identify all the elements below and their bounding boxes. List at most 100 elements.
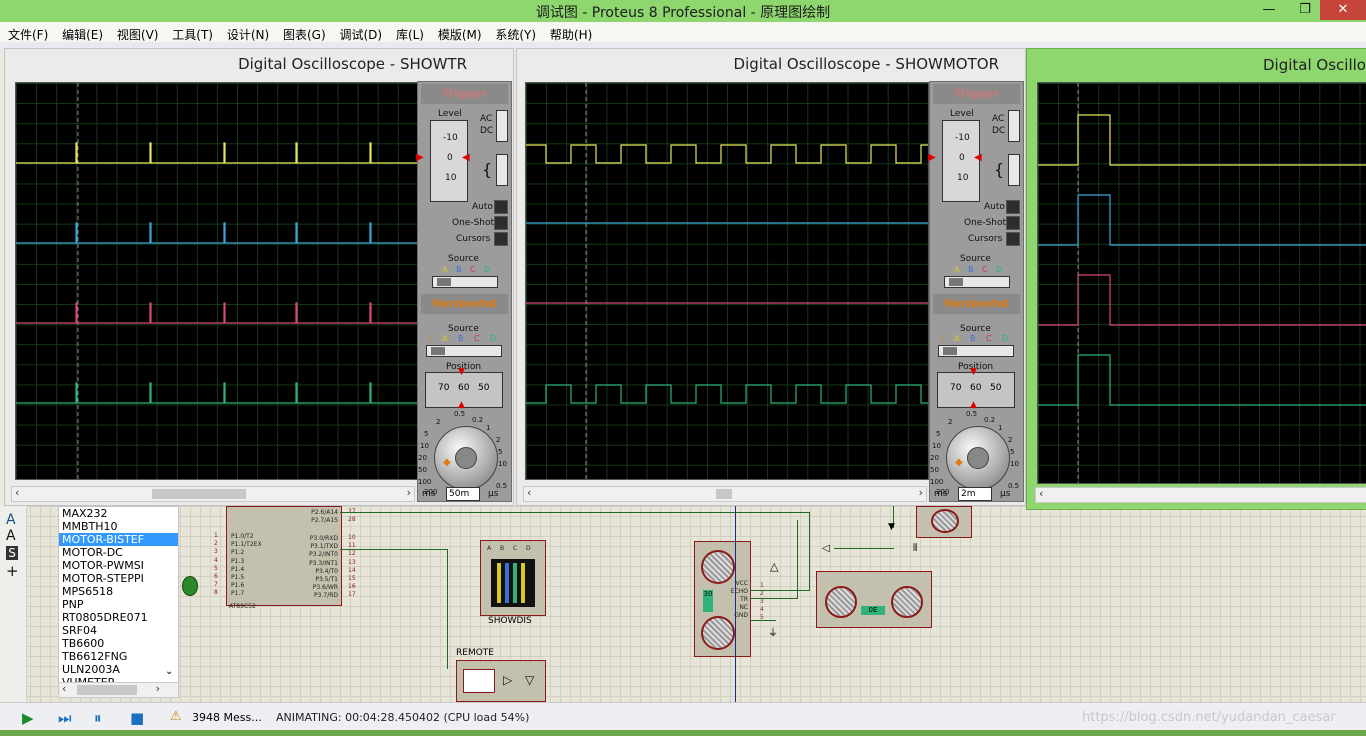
list-scroll-down-icon[interactable]: ⌄ <box>165 666 173 677</box>
transducer-icon <box>701 616 735 650</box>
horizontal-source-slider[interactable] <box>426 345 502 357</box>
list-item[interactable]: MOTOR-STEPPI <box>59 572 178 585</box>
cursors-label: Cursors <box>456 234 491 244</box>
oneshot-button[interactable] <box>1006 216 1020 230</box>
list-item[interactable]: TB6600 <box>59 637 178 650</box>
timebase-field[interactable]: 2m <box>958 487 992 501</box>
restore-button[interactable]: ❐ <box>1288 0 1322 20</box>
list-item[interactable]: MOTOR-PWMSI <box>59 559 178 572</box>
left-toolbar: A A S + <box>0 506 27 702</box>
list-item[interactable]: TB6612FNG <box>59 650 178 663</box>
pin-number: 28 <box>348 516 356 523</box>
edge-icon: { <box>482 160 493 179</box>
auto-button[interactable] <box>494 200 508 214</box>
edge-switch[interactable] <box>1008 154 1020 186</box>
oscilloscope-showdis[interactable]: Digital Oscilloscope - SHOWDIS ‹ <box>1026 48 1366 510</box>
ac-dc-switch[interactable] <box>496 110 508 142</box>
sensor-pin-label: NC <box>739 604 748 611</box>
menu-tools[interactable]: 工具(T) <box>170 26 215 43</box>
ultrasonic-sensor-1[interactable]: 30 VCC ECHO TR NC GND <box>694 541 751 657</box>
marker-tool-icon[interactable]: + <box>6 562 19 580</box>
minimize-button[interactable]: — <box>1252 0 1286 20</box>
messages-count[interactable]: 3948 Mess... <box>192 711 262 724</box>
wire <box>834 548 894 549</box>
osc-hscroll[interactable]: ‹ › <box>523 486 927 502</box>
timebase-dial[interactable]: ◆ <box>434 426 498 490</box>
timebase-dial[interactable]: ◆ <box>946 426 1010 490</box>
menu-file[interactable]: 文件(F) <box>6 26 50 43</box>
oscilloscope-showtr[interactable]: Digital Oscilloscope - SHOWTR ‹ › Trigger… <box>4 48 514 506</box>
device-list[interactable]: MAX232 MMBTH10 MOTOR-BISTEF MOTOR-DC MOT… <box>58 506 179 698</box>
cursors-button[interactable] <box>1006 232 1020 246</box>
schematic-canvas[interactable] <box>0 506 1366 702</box>
play-icon[interactable]: ▶ <box>22 709 34 727</box>
oneshot-label: One-Shot <box>452 218 495 228</box>
menu-view[interactable]: 视图(V) <box>115 26 161 43</box>
remote-component[interactable]: ▷ ▽ <box>456 660 546 702</box>
list-item[interactable]: PNP <box>59 598 178 611</box>
menu-design[interactable]: 设计(N) <box>225 26 271 43</box>
dial-pointer-icon: ◆ <box>443 457 451 468</box>
osc-hscroll[interactable]: ‹ <box>1035 487 1366 503</box>
osc-traces <box>16 83 418 479</box>
text-tool-icon[interactable]: A <box>6 512 16 528</box>
mcu-chip[interactable]: P1.0/T2 P1.1/T2EX P1.2 P1.3 P1.4 P1.5 P1.6 P1.7… <box>226 506 342 610</box>
pin-number: 5 <box>214 564 218 572</box>
script-tool-icon[interactable]: S <box>6 546 18 560</box>
trigger-source-slider[interactable] <box>944 276 1010 288</box>
menu-edit[interactable]: 编辑(E) <box>60 26 105 43</box>
cursors-button[interactable] <box>494 232 508 246</box>
stop-icon[interactable]: ■ <box>130 709 144 727</box>
list-item[interactable]: MOTOR-DC <box>59 546 178 559</box>
hsource-label: Source <box>960 324 991 334</box>
device-list-hscroll[interactable]: ‹ › <box>58 682 179 698</box>
transducer-icon <box>701 550 735 584</box>
menu-library[interactable]: 库(L) <box>394 26 426 43</box>
oneshot-button[interactable] <box>494 216 508 230</box>
list-item[interactable]: ULN2003A <box>59 663 178 676</box>
menu-graph[interactable]: 图表(G) <box>281 26 328 43</box>
close-button[interactable]: ✕ <box>1320 0 1366 20</box>
menu-help[interactable]: 帮助(H) <box>548 26 594 43</box>
sensor-pin-label: TR <box>740 596 748 603</box>
power-icon: △ <box>770 560 779 573</box>
menu-system[interactable]: 系统(Y) <box>493 26 538 43</box>
step-icon[interactable]: ⏭ <box>58 709 72 727</box>
list-item[interactable]: MAX232 <box>59 507 178 520</box>
oscilloscope-showmotor[interactable]: Digital Oscilloscope - SHOWMOTOR ‹ › Trig… <box>516 48 1026 506</box>
source-label: Source <box>448 254 479 264</box>
menu-debug[interactable]: 调试(D) <box>338 26 385 43</box>
timebase-field[interactable]: 50m <box>446 487 480 501</box>
pause-icon[interactable]: ⏸ <box>94 709 102 727</box>
showdis-display[interactable]: A B C D <box>480 540 546 616</box>
list-item[interactable]: RT0805DRE071 <box>59 611 178 624</box>
osc-title: Digital Oscilloscope - SHOWMOTOR <box>733 55 999 73</box>
osc-hscroll[interactable]: ‹ › <box>11 486 415 502</box>
trigger-source-slider[interactable] <box>432 276 498 288</box>
auto-button[interactable] <box>1006 200 1020 214</box>
list-item-selected[interactable]: MOTOR-BISTEF <box>59 533 178 546</box>
display-pin-label: A <box>487 545 492 552</box>
label-tool-icon[interactable]: A <box>6 528 16 544</box>
menu-template[interactable]: 模版(M) <box>436 26 484 43</box>
ac-label: AC <box>480 114 493 124</box>
ac-dc-switch[interactable] <box>1008 110 1020 142</box>
status-bar: ▶ ⏭ ⏸ ■ ⚠ 3948 Mess... ANIMATING: 00:04:… <box>0 702 1366 731</box>
unit-ms: ms <box>422 489 436 499</box>
list-item[interactable]: MPS6518 <box>59 585 178 598</box>
list-item[interactable]: SRF04 <box>59 624 178 637</box>
pin-number: 4 <box>214 556 218 564</box>
wire-bus <box>735 506 736 702</box>
ultrasonic-sensor-2[interactable]: 0E <box>816 571 932 628</box>
horizontal-source-slider[interactable] <box>938 345 1014 357</box>
level-marker-icon: ◀ <box>462 152 470 163</box>
osc-title: Digital Oscilloscope - SHOWTR <box>238 55 467 73</box>
edge-switch[interactable] <box>496 154 508 186</box>
ultrasonic-sensor-3[interactable] <box>916 506 972 538</box>
list-item[interactable]: MMBTH10 <box>59 520 178 533</box>
source-label: Source <box>960 254 991 264</box>
animation-status: ANIMATING: 00:04:28.450402 (CPU load 54%… <box>276 711 530 724</box>
osc-screen <box>1037 82 1366 484</box>
dc-label: DC <box>992 126 1006 136</box>
osc-traces <box>1038 83 1366 483</box>
